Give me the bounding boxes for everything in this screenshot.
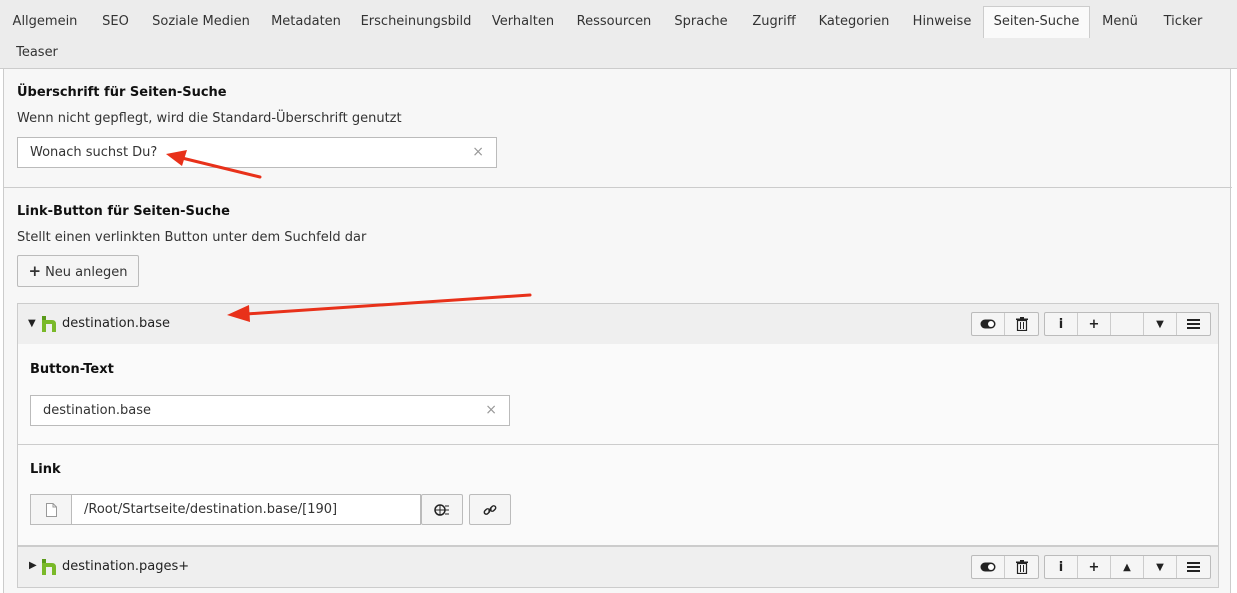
- tab-soziale-medien[interactable]: Soziale Medien: [147, 6, 255, 37]
- page-icon: [45, 502, 57, 517]
- tab-teaser[interactable]: Teaser: [6, 37, 68, 68]
- tab-metadaten[interactable]: Metadaten: [264, 6, 348, 37]
- plus-icon: +: [1088, 316, 1100, 332]
- tab-zugriff[interactable]: Zugriff: [744, 6, 804, 37]
- info-icon: i: [1058, 316, 1064, 332]
- clear-icon[interactable]: ×: [472, 138, 484, 167]
- new-record-button[interactable]: + Neu anlegen: [17, 255, 139, 287]
- button-text-label: Button-Text: [30, 362, 114, 377]
- add-after-button[interactable]: +: [1078, 313, 1111, 335]
- link-value: /Root/Startseite/destination.base/[190]: [84, 502, 338, 517]
- section-divider: [4, 187, 1232, 188]
- plus-icon: +: [1088, 559, 1100, 575]
- record-destination-pages: ▶ destination.pages+ i + ▲ ▼: [17, 546, 1219, 588]
- record-action-group: [971, 312, 1039, 336]
- tab-bar: Allgemein SEO Soziale Medien Metadaten E…: [0, 0, 1237, 69]
- open-link-button[interactable]: [469, 494, 511, 525]
- link-browser-icon: [434, 503, 449, 516]
- tab-seiten-suche[interactable]: Seiten-Suche: [983, 6, 1090, 38]
- toggle-visibility-button[interactable]: [972, 556, 1005, 578]
- drag-handle[interactable]: [1177, 556, 1210, 578]
- triangle-up-icon: ▲: [1123, 561, 1131, 573]
- link-input[interactable]: /Root/Startseite/destination.base/[190]: [71, 494, 421, 525]
- tab-kategorien[interactable]: Kategorien: [812, 6, 896, 37]
- hamburger-icon: [1187, 319, 1200, 329]
- tab-menu[interactable]: Menü: [1095, 6, 1145, 37]
- tab-erscheinungsbild[interactable]: Erscheinungsbild: [356, 6, 476, 37]
- info-button[interactable]: i: [1045, 556, 1078, 578]
- record-sort-group: i + ▼: [1044, 312, 1211, 336]
- record-title: destination.base: [62, 316, 170, 331]
- toggle-icon: [980, 562, 996, 572]
- move-up-placeholder: [1111, 313, 1144, 335]
- tab-panel: Überschrift für Seiten-Suche Wenn nicht …: [3, 69, 1232, 593]
- button-text-input[interactable]: destination.base ×: [30, 395, 510, 426]
- tab-seo[interactable]: SEO: [93, 6, 138, 37]
- record-divider: [18, 444, 1218, 445]
- toggle-icon: [980, 319, 996, 329]
- caret-down-icon[interactable]: ▼: [28, 318, 36, 329]
- link-wizard-button[interactable]: [421, 494, 463, 525]
- trash-icon: [1015, 317, 1028, 331]
- info-button[interactable]: i: [1045, 313, 1078, 335]
- move-down-button[interactable]: ▼: [1144, 313, 1177, 335]
- record-destination-base: ▼ destination.base i + ▼ Button-Text des…: [17, 303, 1219, 546]
- link-section-title: Link-Button für Seiten-Suche: [17, 204, 230, 219]
- link-section-description: Stellt einen verlinkten Button unter dem…: [17, 230, 367, 245]
- tab-allgemein[interactable]: Allgemein: [6, 6, 84, 37]
- move-down-button[interactable]: ▼: [1144, 556, 1177, 578]
- add-after-button[interactable]: +: [1078, 556, 1111, 578]
- button-text-value: destination.base: [43, 403, 151, 418]
- plus-icon: +: [28, 262, 42, 280]
- caret-right-icon[interactable]: ▶: [29, 560, 37, 571]
- content-n-icon: [42, 316, 56, 332]
- chain-link-icon: [483, 504, 497, 515]
- record-sort-group: i + ▲ ▼: [1044, 555, 1211, 579]
- delete-button[interactable]: [1005, 556, 1038, 578]
- clear-icon[interactable]: ×: [485, 396, 497, 425]
- heading-input[interactable]: Wonach suchst Du? ×: [17, 137, 497, 168]
- tab-ressourcen[interactable]: Ressourcen: [570, 6, 658, 37]
- tab-hinweise[interactable]: Hinweise: [905, 6, 979, 37]
- trash-icon: [1015, 560, 1028, 574]
- record-header[interactable]: ▶ destination.pages+ i + ▲ ▼: [18, 547, 1218, 587]
- record-action-group: [971, 555, 1039, 579]
- tab-sprache[interactable]: Sprache: [667, 6, 735, 37]
- heading-input-value: Wonach suchst Du?: [30, 145, 158, 160]
- heading-section-description: Wenn nicht gepflegt, wird die Standard-Ü…: [17, 111, 402, 126]
- info-icon: i: [1058, 559, 1064, 575]
- drag-handle[interactable]: [1177, 313, 1210, 335]
- delete-button[interactable]: [1005, 313, 1038, 335]
- page-type-icon-box: [30, 494, 71, 525]
- toggle-visibility-button[interactable]: [972, 313, 1005, 335]
- record-header[interactable]: ▼ destination.base i + ▼: [18, 304, 1218, 344]
- new-record-label: Neu anlegen: [45, 265, 128, 280]
- content-n-icon: [42, 559, 56, 575]
- triangle-down-icon: ▼: [1156, 318, 1164, 330]
- record-title: destination.pages+: [62, 559, 190, 574]
- heading-section-title: Überschrift für Seiten-Suche: [17, 85, 227, 100]
- link-label: Link: [30, 462, 61, 477]
- tab-verhalten[interactable]: Verhalten: [485, 6, 561, 37]
- triangle-down-icon: ▼: [1156, 561, 1164, 573]
- tab-ticker[interactable]: Ticker: [1155, 6, 1211, 37]
- move-up-button[interactable]: ▲: [1111, 556, 1144, 578]
- hamburger-icon: [1187, 562, 1200, 572]
